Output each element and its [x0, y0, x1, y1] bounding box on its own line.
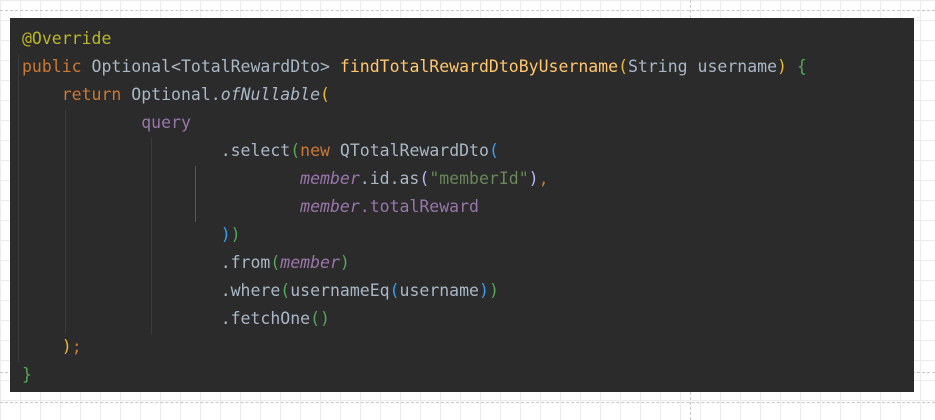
code-token: )	[479, 281, 489, 300]
code-token: )	[230, 225, 241, 244]
code-token: Optional.	[131, 85, 221, 104]
code-token: ,	[538, 169, 549, 188]
code-token: .from	[220, 253, 271, 272]
code-token: )	[61, 337, 72, 356]
code-token: @Override	[22, 29, 112, 48]
code-token: username	[399, 281, 479, 300]
code-token: Optional<TotalRewardDto>	[91, 57, 340, 76]
code-token: )	[339, 253, 350, 272]
code-token: ()	[310, 309, 330, 328]
code-token: ofNullable	[220, 85, 321, 104]
code-line[interactable]: .fetchOne()	[22, 305, 807, 333]
code-line[interactable]: .select(new QTotalRewardDto(	[22, 137, 807, 165]
code-token: .where	[220, 281, 281, 300]
code-line[interactable]: return Optional.ofNullable(	[22, 81, 807, 109]
code-line[interactable]: query	[22, 109, 807, 137]
code-token: new	[300, 141, 340, 160]
code-token: )	[777, 57, 787, 76]
code-token: .id.as	[359, 169, 420, 188]
indent-guide	[18, 54, 19, 362]
code-token: (	[290, 141, 301, 160]
code-token: )	[220, 225, 231, 244]
code-line[interactable]: .from(member)	[22, 249, 807, 277]
code-token: QTotalRewardDto	[339, 141, 489, 160]
code-token: )	[528, 169, 539, 188]
code-token: .select	[220, 141, 291, 160]
grid-guide-line	[0, 402, 935, 403]
code-token: (	[419, 169, 430, 188]
code-token: usernameEq	[290, 281, 390, 300]
code-token: public	[22, 57, 92, 76]
code-token: (	[320, 85, 330, 104]
code-token: (	[488, 141, 499, 160]
grid-guide-line	[0, 10, 935, 11]
code-line[interactable]: );	[22, 333, 807, 361]
code-editor[interactable]: @Override public Optional<TotalRewardDto>…	[10, 18, 914, 392]
code-token: "memberId"	[429, 169, 529, 188]
code-token: query	[141, 113, 191, 132]
code-token: (	[280, 281, 291, 300]
code-line[interactable]: member.id.as("memberId"),	[22, 165, 807, 193]
code-token: (	[618, 57, 628, 76]
code-token: String username	[628, 57, 778, 76]
code-token: ;	[71, 337, 82, 356]
code-token: (	[389, 281, 400, 300]
code-line[interactable]: }	[22, 361, 807, 389]
code-block[interactable]: @Override public Optional<TotalRewardDto>…	[22, 25, 807, 389]
code-token: member	[300, 197, 360, 216]
code-token: member	[280, 253, 340, 272]
code-token: )	[488, 281, 499, 300]
code-token: .totalReward	[359, 197, 479, 216]
code-token: {	[796, 57, 807, 76]
code-line[interactable]: member.totalReward	[22, 193, 807, 221]
code-token: }	[22, 365, 32, 384]
code-token: return	[61, 85, 132, 104]
code-line[interactable]: .where(usernameEq(username))	[22, 277, 807, 305]
code-token: findTotalRewardDtoByUsername	[339, 57, 619, 76]
code-line[interactable]: @Override	[22, 25, 807, 53]
code-token: (	[270, 253, 281, 272]
code-token: member	[300, 169, 360, 188]
code-line[interactable]: public Optional<TotalRewardDto> findTota…	[22, 53, 807, 81]
code-token: .fetchOne	[220, 309, 311, 328]
code-line[interactable]: ))	[22, 221, 807, 249]
